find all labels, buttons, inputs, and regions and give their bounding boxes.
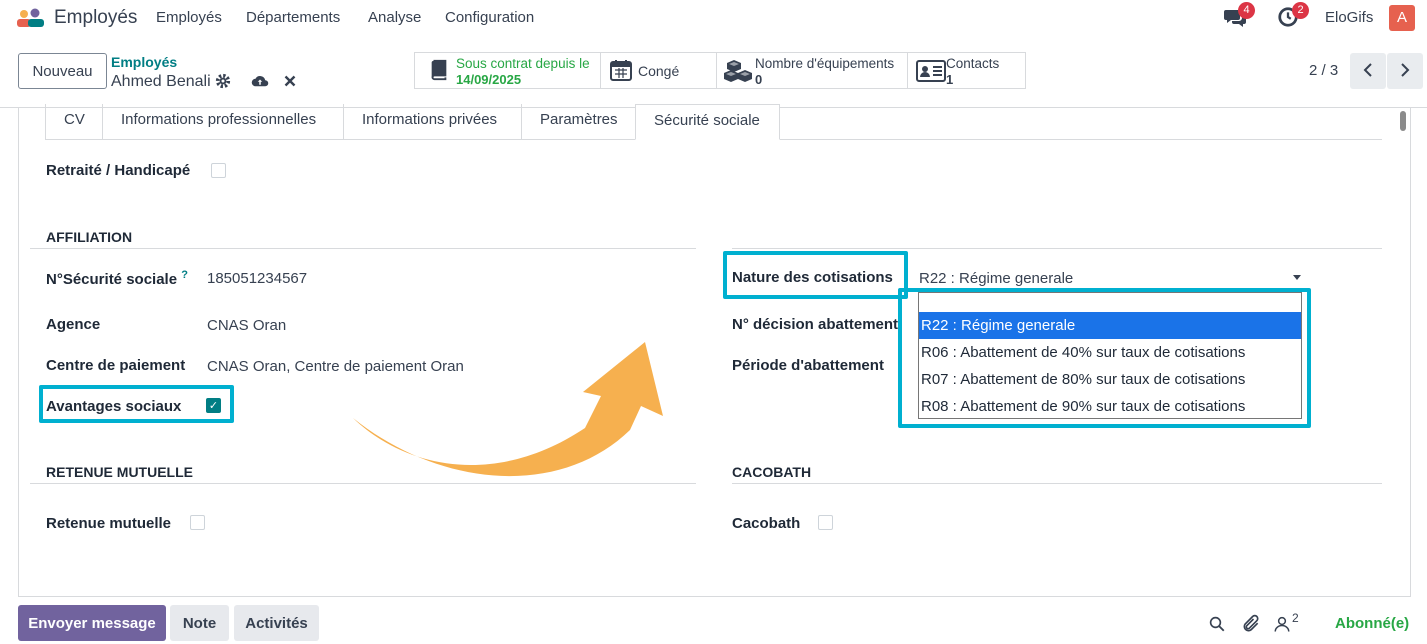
breadcrumb-parent[interactable]: Employés <box>111 54 177 70</box>
messages-badge: 4 <box>1238 2 1255 19</box>
tab-settings[interactable]: Paramètres <box>540 104 618 140</box>
employees-app-icon[interactable] <box>15 8 47 28</box>
pager-previous-button[interactable] <box>1350 53 1386 89</box>
option-r08[interactable]: R08 : Abattement de 90% sur taux de coti… <box>919 393 1301 420</box>
option-r06[interactable]: R06 : Abattement de 40% sur taux de coti… <box>919 339 1301 366</box>
menu-configuration[interactable]: Configuration <box>445 9 534 26</box>
calendar-icon <box>610 60 632 81</box>
chevron-left-icon <box>1363 62 1372 77</box>
discard-close-icon[interactable] <box>281 72 299 90</box>
equipment-label: Nombre d'équipements <box>755 56 895 71</box>
messages-button[interactable]: 4 <box>1223 2 1255 30</box>
top-navbar: Employés Employés Départements Analyse C… <box>0 0 1427 36</box>
activities-button[interactable]: 2 <box>1277 2 1309 30</box>
followers-button[interactable]: 2 <box>1273 611 1303 635</box>
search-icon[interactable] <box>1208 615 1226 633</box>
affiliation-section-title: AFFILIATION <box>46 229 133 245</box>
agency-label: Agence <box>46 316 101 333</box>
mutual-section-title: RETENUE MUTUELLE <box>46 464 193 480</box>
boxes-icon <box>724 60 752 82</box>
paperclip-icon[interactable] <box>1241 614 1261 634</box>
decision-label: N° décision abattement <box>732 316 899 333</box>
save-cloud-icon[interactable] <box>251 72 269 90</box>
log-note-button[interactable]: Note <box>170 605 229 641</box>
contacts-label: Contacts <box>946 56 1000 71</box>
payment-center-label: Centre de paiement <box>46 357 186 374</box>
gear-icon[interactable] <box>214 72 232 90</box>
contribution-dropdown-list: R22 : Régime generale R06 : Abattement d… <box>918 292 1302 419</box>
app-title[interactable]: Employés <box>54 7 137 29</box>
tab-separator <box>102 104 103 140</box>
activities-badge: 2 <box>1292 2 1309 19</box>
cacobath-divider <box>732 483 1382 484</box>
period-label: Période d'abattement <box>732 357 884 374</box>
send-message-button[interactable]: Envoyer message <box>18 605 166 641</box>
contribution-selected-value: R22 : Régime generale <box>919 270 1074 287</box>
ssn-label-text: N°Sécurité sociale <box>46 271 178 288</box>
contribution-label: Nature des cotisations <box>732 269 893 286</box>
retired-checkbox[interactable] <box>211 163 226 178</box>
menu-analysis[interactable]: Analyse <box>368 9 421 26</box>
scrollbar-thumb[interactable] <box>1400 111 1406 131</box>
mutual-checkbox[interactable] <box>190 515 205 530</box>
tab-separator <box>343 104 344 140</box>
ssn-value[interactable]: 185051234567 <box>207 270 307 287</box>
followers-count: 2 <box>1292 611 1299 625</box>
retired-label: Retraité / Handicapé <box>46 162 191 179</box>
tab-cv[interactable]: CV <box>64 104 85 140</box>
menu-departments[interactable]: Départements <box>246 9 340 26</box>
help-tooltip-icon[interactable]: ? <box>181 269 188 281</box>
user-icon <box>1274 616 1290 632</box>
menu-employees[interactable]: Employés <box>156 9 222 26</box>
affiliation-divider <box>30 248 696 249</box>
tab-private-info[interactable]: Informations privées <box>362 104 497 140</box>
social-benefits-checkbox[interactable]: ✓ <box>206 398 221 413</box>
cacobath-checkbox[interactable] <box>818 515 833 530</box>
book-icon <box>431 59 447 81</box>
contacts-smart-button[interactable]: Contacts 1 <box>908 52 1026 89</box>
equipment-smart-button[interactable]: Nombre d'équipements 0 <box>717 52 907 89</box>
company-switcher[interactable]: EloGifs <box>1325 9 1373 26</box>
pager-value[interactable]: 2 / 3 <box>1309 62 1338 79</box>
contract-date: 14/09/2025 <box>456 72 522 87</box>
address-card-icon <box>916 60 946 82</box>
chevron-right-icon <box>1401 62 1410 77</box>
tab-social-security[interactable]: Sécurité sociale <box>635 104 780 140</box>
equipment-count: 0 <box>755 72 763 87</box>
user-avatar[interactable]: A <box>1389 5 1415 31</box>
agency-value[interactable]: CNAS Oran <box>207 317 286 334</box>
option-r07[interactable]: R07 : Abattement de 80% sur taux de coti… <box>919 366 1301 393</box>
breadcrumb-current: Ahmed Benali <box>111 73 211 90</box>
tab-professional-info[interactable]: Informations professionnelles <box>121 104 316 140</box>
activities-button-chatter[interactable]: Activités <box>234 605 319 641</box>
mutual-label: Retenue mutuelle <box>46 515 172 532</box>
leave-label: Congé <box>638 63 680 79</box>
affiliation-divider-right <box>732 248 1382 249</box>
cacobath-label: Cacobath <box>732 515 801 532</box>
new-button[interactable]: Nouveau <box>18 53 107 89</box>
tab-separator <box>45 104 46 140</box>
cacobath-section-title: CACOBATH <box>732 464 812 480</box>
social-benefits-label: Avantages sociaux <box>46 398 182 415</box>
dropdown-caret-icon[interactable] <box>1293 275 1301 280</box>
tab-separator <box>521 104 522 140</box>
pager-next-button[interactable] <box>1387 53 1423 89</box>
option-r22[interactable]: R22 : Régime generale <box>919 312 1301 339</box>
follow-status-button[interactable]: Abonné(e) <box>1335 615 1409 632</box>
curved-arrow-annotation <box>353 342 663 477</box>
contract-label: Sous contrat depuis le <box>456 56 590 71</box>
leave-smart-button[interactable]: Congé <box>601 52 716 89</box>
contract-smart-button[interactable]: Sous contrat depuis le 14/09/2025 <box>414 52 600 89</box>
mutual-divider <box>30 483 696 484</box>
contacts-count: 1 <box>946 72 954 87</box>
ssn-label: N°Sécurité sociale ? <box>46 269 188 288</box>
